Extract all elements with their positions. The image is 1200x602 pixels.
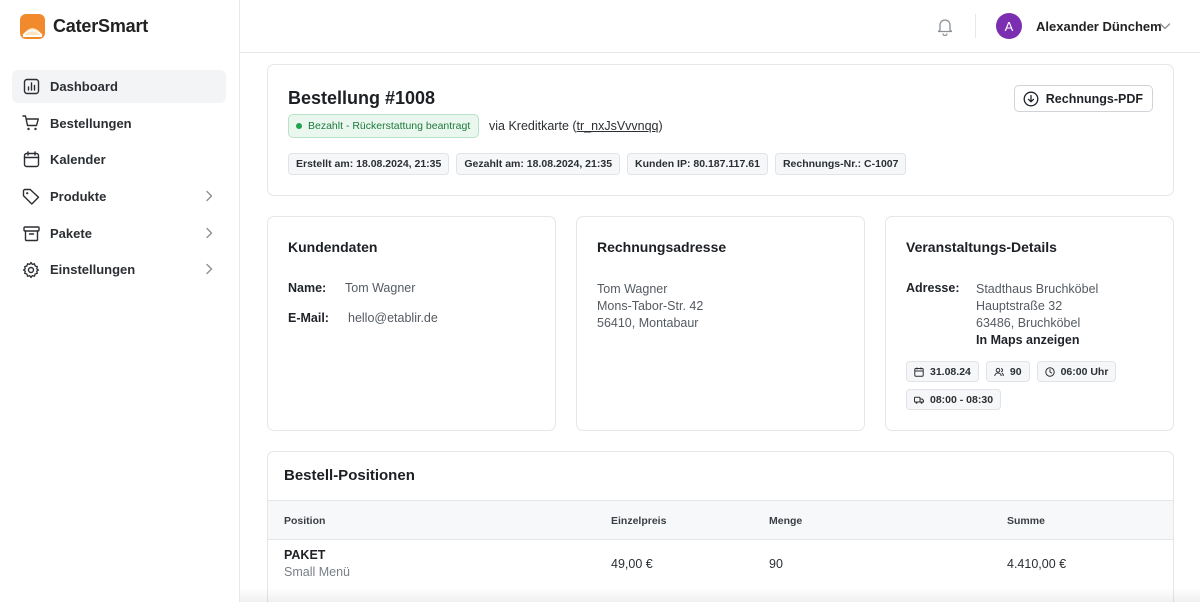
item-quantity: 90 xyxy=(769,557,783,571)
event-date-chip: 31.08.24 xyxy=(906,361,979,382)
status-badge: Bezahlt - Rückerstattung beantragt xyxy=(288,114,480,138)
bell-icon[interactable] xyxy=(935,16,955,36)
order-items-card: Bestell-Positionen Position Einzelpreis … xyxy=(267,451,1174,602)
chevron-right-icon xyxy=(206,190,213,202)
customer-name: Tom Wagner xyxy=(345,281,416,295)
order-header-card: Bestellung #1008 Bezahlt - Rückerstattun… xyxy=(267,64,1174,196)
venue-line: 63486, Bruchköbel xyxy=(976,316,1081,330)
page-title: Bestellung #1008 xyxy=(288,88,436,108)
status-text: Bezahlt - Rückerstattung beantragt xyxy=(308,120,471,132)
table-header: Position Einzelpreis Menge Summe xyxy=(268,500,1173,540)
users-icon xyxy=(994,367,1004,376)
download-icon xyxy=(1023,91,1039,106)
billing-address: Tom Wagner Mons-Tabor-Str. 42 56410, Mon… xyxy=(597,281,703,332)
order-meta: Erstellt am: 18.08.2024, 21:35 Gezahlt a… xyxy=(288,153,907,175)
event-chips: 31.08.24 90 06:00 Uhr 08:00 - 08:30 xyxy=(906,361,1156,410)
sidebar-item-label: Einstellungen xyxy=(50,262,136,278)
event-card-title: Veranstaltungs-Details xyxy=(906,239,1057,255)
calendar-icon xyxy=(914,367,924,377)
divider xyxy=(975,14,976,38)
delivery-window: 08:00 - 08:30 xyxy=(930,393,994,406)
paid-at-chip: Gezahlt am: 18.08.2024, 21:35 xyxy=(456,153,621,175)
guest-count-chip: 90 xyxy=(985,361,1030,382)
sidebar-nav: Dashboard Bestellungen Kalender Produkte xyxy=(12,70,226,290)
column-header-position: Position xyxy=(284,515,326,527)
sidebar: CaterSmart Dashboard Bestellungen Kalend… xyxy=(0,0,240,602)
invoice-pdf-button[interactable]: Rechnungs-PDF xyxy=(1013,85,1153,112)
email-label: E-Mail: xyxy=(288,311,329,325)
column-header-quantity: Menge xyxy=(769,515,803,527)
chevron-right-icon xyxy=(206,264,213,275)
avatar[interactable]: A xyxy=(996,13,1022,39)
name-label: Name: xyxy=(288,281,327,295)
item-unit-price: 49,00 € xyxy=(611,557,653,571)
catersmart-logo-icon xyxy=(20,14,45,39)
sidebar-item-produkte[interactable]: Produkte xyxy=(12,180,226,213)
cart-icon xyxy=(22,114,40,132)
chevron-down-icon[interactable] xyxy=(1158,19,1172,33)
payment-method: via Kreditkarte ( xyxy=(489,119,577,133)
event-details-card: Veranstaltungs-Details Adresse: Stadthau… xyxy=(885,216,1174,431)
delivery-window-chip: 08:00 - 08:30 xyxy=(906,389,1002,410)
items-title: Bestell-Positionen xyxy=(284,467,415,484)
main-content: Bestellung #1008 Bezahlt - Rückerstattun… xyxy=(240,54,1200,602)
calendar-icon xyxy=(22,151,40,169)
billing-address-card: Rechnungsadresse Tom Wagner Mons-Tabor-S… xyxy=(576,216,865,431)
event-date: 31.08.24 xyxy=(930,365,971,378)
item-name: PAKET xyxy=(284,548,326,562)
sidebar-item-pakete[interactable]: Pakete xyxy=(12,217,226,250)
gear-icon xyxy=(22,261,40,279)
brand[interactable]: CaterSmart xyxy=(20,14,148,39)
column-header-total: Summe xyxy=(1007,515,1045,527)
transaction-link[interactable]: tr_nxJsVvvnqq xyxy=(577,119,659,133)
chart-icon xyxy=(22,78,40,96)
invoice-number-chip: Rechnungs-Nr.: C-1007 xyxy=(774,153,907,175)
sidebar-item-label: Kalender xyxy=(50,152,106,168)
sidebar-item-label: Dashboard xyxy=(50,79,118,94)
column-header-unit-price: Einzelpreis xyxy=(611,515,667,527)
truck-icon xyxy=(914,396,924,404)
address-label: Adresse: xyxy=(906,281,960,295)
guest-count: 90 xyxy=(1009,365,1022,378)
sidebar-item-kalender[interactable]: Kalender xyxy=(12,143,226,176)
event-time-chip: 06:00 Uhr xyxy=(1036,361,1117,382)
billing-line: Mons-Tabor-Str. 42 xyxy=(597,299,704,313)
customer-ip-chip: Kunden IP: 80.187.117.61 xyxy=(627,153,768,175)
sidebar-item-einstellungen[interactable]: Einstellungen xyxy=(12,253,226,286)
payment-info: via Kreditkarte (tr_nxJsVvvnqq) xyxy=(489,119,663,133)
sidebar-item-dashboard[interactable]: Dashboard xyxy=(12,70,226,103)
top-bar: A Alexander Dünchem xyxy=(240,0,1200,53)
payment-suffix: ) xyxy=(658,119,663,133)
event-time: 06:00 Uhr xyxy=(1060,365,1109,378)
sidebar-item-bestellungen[interactable]: Bestellungen xyxy=(12,107,226,140)
sidebar-item-label: Pakete xyxy=(50,225,92,241)
venue-line: Hauptstraße 32 xyxy=(976,299,1063,313)
sidebar-item-label: Bestellungen xyxy=(50,115,132,131)
venue-line: Stadthaus Bruchköbel xyxy=(976,282,1099,296)
created-at-chip: Erstellt am: 18.08.2024, 21:35 xyxy=(288,153,450,175)
scroll-shadow xyxy=(240,588,1200,602)
status-dot-icon xyxy=(296,123,302,129)
item-subtitle: Small Menü xyxy=(284,565,350,579)
customer-card: Kundendaten Name: Tom Wagner E-Mail: hel… xyxy=(267,216,556,431)
billing-card-title: Rechnungsadresse xyxy=(597,239,727,255)
customer-email[interactable]: hello@etablir.de xyxy=(348,311,438,325)
invoice-pdf-label: Rechnungs-PDF xyxy=(1045,91,1143,106)
clock-icon xyxy=(1044,366,1055,377)
customer-card-title: Kundendaten xyxy=(288,239,378,255)
tag-icon xyxy=(22,188,40,206)
user-name[interactable]: Alexander Dünchem xyxy=(1036,19,1162,34)
item-total: 4.410,00 € xyxy=(1007,557,1067,571)
brand-name: CaterSmart xyxy=(53,16,149,36)
sidebar-item-label: Produkte xyxy=(50,189,107,205)
box-icon xyxy=(22,224,40,242)
chevron-right-icon xyxy=(206,227,213,238)
venue-address: Stadthaus Bruchköbel Hauptstraße 32 6348… xyxy=(976,281,1098,349)
billing-line: Tom Wagner xyxy=(597,282,668,296)
maps-link[interactable]: In Maps anzeigen xyxy=(976,332,1098,349)
billing-line: 56410, Montabaur xyxy=(597,316,699,330)
